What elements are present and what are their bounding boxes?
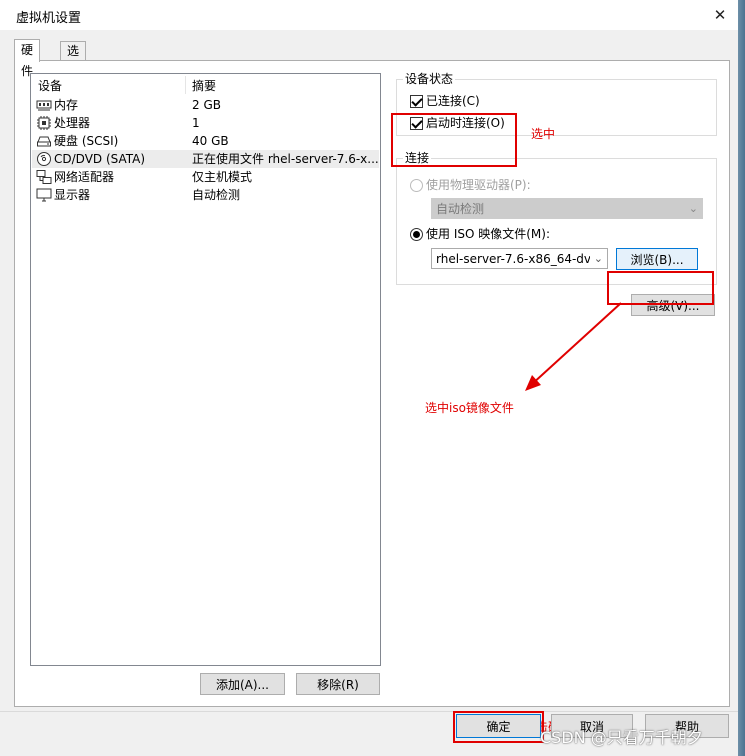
annotation-highlight-status: [391, 113, 517, 167]
close-button[interactable]: ✕: [704, 3, 736, 27]
remove-button-label: 移除(R): [317, 677, 359, 692]
memory-icon: [36, 100, 52, 111]
column-header-summary[interactable]: 摘要: [192, 78, 216, 94]
device-name: CD/DVD (SATA): [54, 152, 146, 166]
tab-hardware[interactable]: 硬件: [14, 39, 41, 78]
tab-hardware-label: 硬件: [21, 43, 34, 78]
processor-icon: [37, 116, 51, 130]
device-summary: 1: [192, 116, 200, 130]
physical-drive-label[interactable]: 使用物理驱动器(P):: [426, 177, 531, 193]
device-summary: 2 GB: [192, 98, 221, 112]
chevron-down-icon: ⌄: [593, 252, 603, 265]
watermark: CSDN @只看万千朝夕: [540, 728, 703, 747]
browse-button-label: 浏览(B)...: [630, 252, 684, 267]
column-header-device[interactable]: 设备: [38, 78, 62, 94]
device-summary: 40 GB: [192, 134, 229, 148]
add-button-label: 添加(A)...: [215, 677, 270, 692]
window-title: 虚拟机设置: [16, 11, 82, 26]
device-row-display[interactable]: 显示器 自动检测: [32, 186, 379, 204]
tab-options[interactable]: 选项: [60, 41, 87, 77]
physical-drive-radio[interactable]: [410, 179, 423, 192]
iso-file-radio[interactable]: [410, 228, 423, 241]
annotation-arrow: [525, 302, 622, 391]
device-summary: 自动检测: [192, 188, 241, 202]
close-icon: ✕: [713, 6, 727, 24]
remove-button[interactable]: 移除(R): [296, 673, 380, 695]
physical-drive-select[interactable]: 自动检测 ⌄: [431, 198, 703, 219]
device-name: 显示器: [54, 188, 91, 202]
annotation-highlight-ok: [453, 711, 544, 743]
display-icon: [36, 188, 52, 202]
device-name: 处理器: [54, 116, 91, 130]
iso-file-label[interactable]: 使用 ISO 映像文件(M):: [426, 226, 550, 242]
chevron-down-icon: ⌄: [688, 202, 698, 215]
device-list[interactable]: 设备 摘要 内存 2 GB 处理器 1 硬盘 (SCSI) 40 GB CD/D…: [30, 73, 381, 666]
device-row-processor[interactable]: 处理器 1: [32, 114, 379, 132]
annotation-select-text: 选中: [531, 127, 556, 141]
add-button[interactable]: 添加(A)...: [200, 673, 285, 695]
device-status-label: 设备状态: [403, 72, 456, 86]
device-row-cd-dvd[interactable]: CD/DVD (SATA) 正在使用文件 rhel-server-7.6-x..…: [32, 150, 379, 168]
footer-divider: [0, 711, 738, 712]
device-name: 网络适配器: [54, 170, 115, 184]
annotation-select-iso-text: 选中iso镜像文件: [425, 401, 514, 415]
device-row-hard-disk[interactable]: 硬盘 (SCSI) 40 GB: [32, 132, 379, 150]
desktop-background-edge: [738, 0, 745, 756]
connection-group: 连接 使用物理驱动器(P): 自动检测 ⌄ 使用 ISO 映像文件(M): rh…: [396, 151, 717, 285]
device-name: 内存: [54, 98, 79, 112]
connected-label[interactable]: 已连接(C): [426, 93, 480, 109]
iso-path-value: rhel-server-7.6-x86_64-dvd.: [436, 252, 590, 266]
device-summary: 正在使用文件 rhel-server-7.6-x...: [192, 152, 378, 166]
column-divider[interactable]: [185, 76, 186, 94]
device-summary: 仅主机模式: [192, 170, 253, 184]
browse-button[interactable]: 浏览(B)...: [616, 248, 698, 270]
device-row-memory[interactable]: 内存 2 GB: [32, 96, 379, 114]
iso-path-select[interactable]: rhel-server-7.6-x86_64-dvd. ⌄: [431, 248, 608, 269]
network-adapter-icon: [36, 170, 52, 184]
device-name: 硬盘 (SCSI): [54, 134, 119, 148]
connected-checkbox[interactable]: [410, 95, 423, 108]
dialog-client: 硬件 选项 设备 摘要 内存 2 GB: [0, 30, 738, 756]
title-bar: 虚拟机设置 ✕: [0, 0, 738, 30]
physical-drive-value: 自动检测: [436, 202, 485, 216]
device-row-network-adapter[interactable]: 网络适配器 仅主机模式: [32, 168, 379, 186]
hard-disk-icon: [37, 136, 51, 147]
cd-dvd-icon: [37, 152, 51, 166]
hardware-panel: 设备 摘要 内存 2 GB 处理器 1 硬盘 (SCSI) 40 GB CD/D…: [14, 60, 730, 734]
